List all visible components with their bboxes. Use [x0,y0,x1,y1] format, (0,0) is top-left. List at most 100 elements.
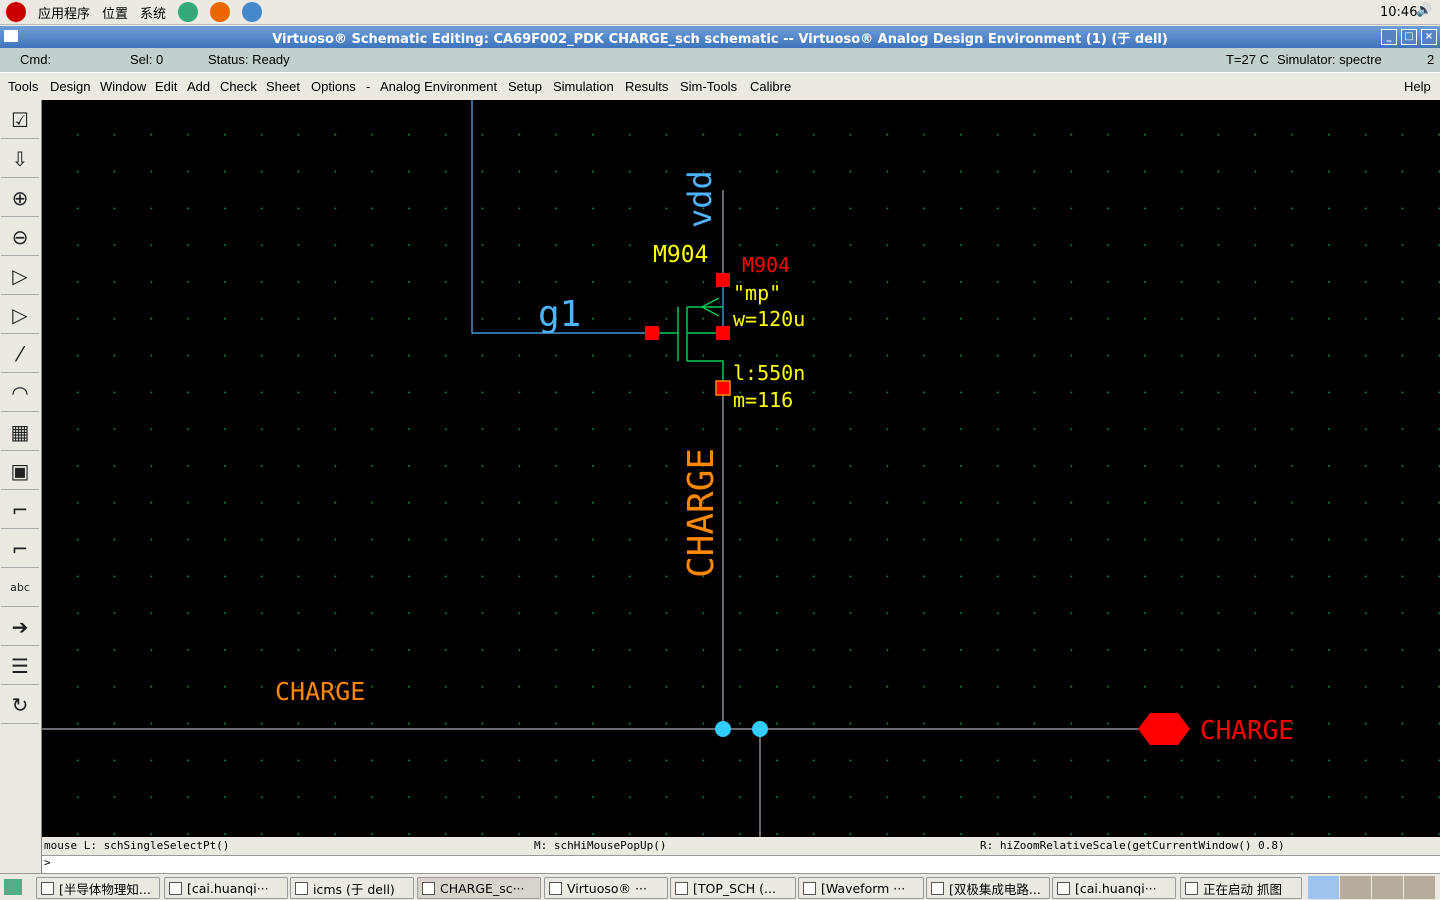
save-icon[interactable]: ⇩ [1,140,39,178]
minimize-button[interactable]: _ [1381,29,1397,45]
wire-arc-icon[interactable]: ◠ [1,374,39,412]
menu-design[interactable]: Design [50,79,90,94]
workspace-switcher[interactable] [1372,876,1403,899]
workspace-switcher[interactable] [1308,876,1339,899]
menu-check[interactable]: Check [220,79,257,94]
menu-sim-tools[interactable]: Sim-Tools [680,79,737,94]
workspace-switcher[interactable] [1404,876,1435,899]
taskbar-item[interactable]: [Waveform ··· [798,877,924,899]
width-label: w=120u [733,307,805,331]
menu-system[interactable]: 系统 [140,3,166,22]
window-icon [41,881,54,895]
undo-icon[interactable]: ↻ [1,686,39,724]
taskbar-item-label: icms (于 dell) [313,881,395,897]
simulator: Simulator: spectre [1277,52,1382,67]
window-menu-icon[interactable] [4,30,18,42]
taskbar-item[interactable]: [半导体物理知... [36,877,160,899]
cmd-status: Cmd: [20,52,52,67]
pin-source [716,273,730,287]
drain-net-label: CHARGE [681,448,722,578]
wire-wide-icon[interactable]: ⌐ [1,530,39,568]
taskbar-item[interactable]: CHARGE_sc··· [417,877,541,899]
pin-icon[interactable]: ➔ [1,608,39,646]
window-icon [169,881,182,895]
window-icon [1057,881,1070,895]
label-icon[interactable]: abc [1,569,39,607]
menu-edit[interactable]: Edit [155,79,177,94]
maximize-button[interactable]: □ [1401,29,1417,45]
check-save-icon[interactable]: ☑ [1,101,39,139]
pin-name-label: CHARGE [1200,716,1294,746]
pin-bulk [716,326,730,340]
window-icon [295,881,308,895]
instance-icon[interactable]: ▣ [1,452,39,490]
menu--[interactable]: - [366,79,370,94]
taskbar-item-label: CHARGE_sc··· [440,880,525,896]
vdd-label: vdd [681,170,719,228]
copy-icon[interactable]: ▷ [1,296,39,334]
workspace-switcher[interactable] [1340,876,1371,899]
menu-calibre[interactable]: Calibre [750,79,791,94]
mouse-middle: M: schHiMousePopUp() [534,839,667,852]
sel-status: Sel: 0 [130,52,164,67]
schematic-canvas[interactable]: vdd M904 M904 "mp" w=120u l:550n m=116 g… [42,100,1440,837]
bus-icon[interactable]: ▦ [1,413,39,451]
window-icon [931,881,944,895]
taskbar-item-label: [双极集成电路... [949,881,1041,897]
zoom-out-icon[interactable]: ⊖ [1,218,39,256]
taskbar-item[interactable]: [TOP_SCH (... [670,877,796,899]
thunderbird-icon[interactable] [242,2,263,22]
menu-setup[interactable]: Setup [508,79,542,94]
show-desktop-icon[interactable] [4,879,22,895]
taskbar-item[interactable]: [cai.huanqi··· [1052,877,1176,899]
firefox-icon[interactable] [210,2,231,22]
menu-results[interactable]: Results [625,79,668,94]
menu-bar: Tools Design Window Edit Add Check Sheet Option… [0,72,1440,100]
taskbar-item[interactable]: [cai.huanqi··· [164,877,288,899]
taskbar-item-label: [Waveform ··· [821,880,906,896]
gate-net-label: g1 [538,294,581,335]
taskbar-item[interactable]: icms (于 dell) [290,877,414,899]
close-button[interactable]: × [1421,29,1437,45]
command-input[interactable]: > [42,855,1440,873]
tool-palette: ☑ ⇩ ⊕ ⊖ ▷ ▷ ⁄ ◠ ▦ ▣ ⌐ ⌐ abc ➔ ☰ ↻ [0,100,42,873]
menu-places[interactable]: 位置 [102,3,128,22]
status-bar: Cmd: Sel: 0 Status: Ready T=27 C Simulat… [0,48,1440,72]
stretch-icon[interactable]: ▷ [1,257,39,295]
taskbar-item-label: 正在启动 抓图 [1203,881,1282,897]
property-icon[interactable]: ☰ [1,647,39,685]
menu-analog-environment[interactable]: Analog Environment [380,79,497,94]
taskbar-item[interactable]: 正在启动 抓图 [1180,877,1302,899]
menu-window[interactable]: Window [100,79,146,94]
redhat-icon[interactable] [6,2,26,22]
ready-status: Status: Ready [208,52,290,67]
wire-icon[interactable]: ⁄ [1,335,39,373]
mouse-left: mouse L: schSingleSelectPt() [44,839,230,852]
menu-sheet[interactable]: Sheet [266,79,300,94]
temperature: T=27 C [1226,52,1269,67]
model-label: "mp" [733,281,781,305]
taskbar-item[interactable]: [双极集成电路... [926,877,1050,899]
wire-net-label: CHARGE [275,677,365,706]
instance-name-red: M904 [742,253,790,277]
network-icon[interactable] [178,2,199,22]
menu-apps[interactable]: 应用程序 [38,3,90,22]
window-title: Virtuoso® Schematic Editing: CA69F002_PD… [272,31,1168,47]
menu-help[interactable]: Help [1404,79,1431,94]
taskbar-item-label: [半导体物理知... [59,881,151,897]
mouse-right: R: hiZoomRelativeScale(getCurrentWindow(… [980,839,1285,852]
zoom-in-icon[interactable]: ⊕ [1,179,39,217]
menu-options[interactable]: Options [311,79,356,94]
top-panel: 应用程序 位置 系统 10:46 🔊 [0,0,1440,25]
volume-icon[interactable]: 🔊 [1416,3,1432,18]
instance-name: M904 [653,242,708,268]
taskbar-item-label: [TOP_SCH (... [693,880,776,896]
clock[interactable]: 10:46 [1380,5,1417,20]
menu-add[interactable]: Add [187,79,210,94]
menu-tools[interactable]: Tools [8,79,38,94]
pin-gate [645,326,659,340]
window-icon [675,881,688,895]
wire-narrow-icon[interactable]: ⌐ [1,491,39,529]
menu-simulation[interactable]: Simulation [553,79,614,94]
taskbar-item[interactable]: Virtuoso® ··· [544,877,668,899]
